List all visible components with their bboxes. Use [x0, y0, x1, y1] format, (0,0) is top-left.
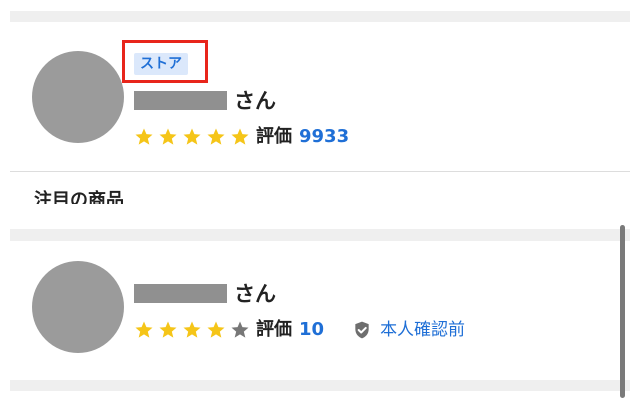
divider [10, 171, 630, 172]
star-filled-icon [230, 127, 250, 147]
rating-label: 評価 [256, 319, 292, 340]
avatar[interactable] [32, 51, 124, 143]
seller-honorific: さん [234, 282, 276, 306]
star-filled-icon [206, 127, 226, 147]
seller-honorific: さん [234, 89, 276, 113]
store-badge: ストア [134, 53, 188, 75]
star-filled-icon [206, 320, 226, 340]
star-filled-icon [158, 127, 178, 147]
rating-count-link[interactable]: 9933 [299, 126, 349, 148]
rating-row[interactable]: 評価 9933 [134, 124, 349, 150]
verification-label: 本人確認前 [380, 320, 466, 340]
rating-row[interactable]: 評価 10 本人確認前 [134, 317, 465, 343]
scrollbar[interactable] [620, 225, 625, 398]
section-heading-container: 注目の商品 [34, 189, 334, 204]
redacted-seller-name [134, 284, 227, 303]
star-empty-icon [230, 320, 250, 340]
star-filled-icon [134, 127, 154, 147]
identity-verification-status[interactable]: 本人確認前 [352, 319, 465, 341]
section-separator [10, 11, 630, 22]
shield-check-icon [352, 320, 372, 340]
rating-count-link[interactable]: 10 [299, 319, 324, 341]
redacted-seller-name [134, 91, 227, 110]
star-filled-icon [134, 320, 154, 340]
star-rating [134, 320, 254, 340]
star-filled-icon [182, 127, 202, 147]
avatar[interactable] [32, 261, 124, 353]
rating-label: 評価 [256, 126, 292, 147]
section-separator [10, 380, 630, 391]
star-rating [134, 127, 254, 147]
star-filled-icon [182, 320, 202, 340]
section-separator [10, 229, 630, 241]
star-filled-icon [158, 320, 178, 340]
seller-list-page: ストア さん 評価 9933 注目の商品 さん 評価 10 本人確認前 [0, 0, 640, 420]
section-heading: 注目の商品 [34, 190, 124, 204]
